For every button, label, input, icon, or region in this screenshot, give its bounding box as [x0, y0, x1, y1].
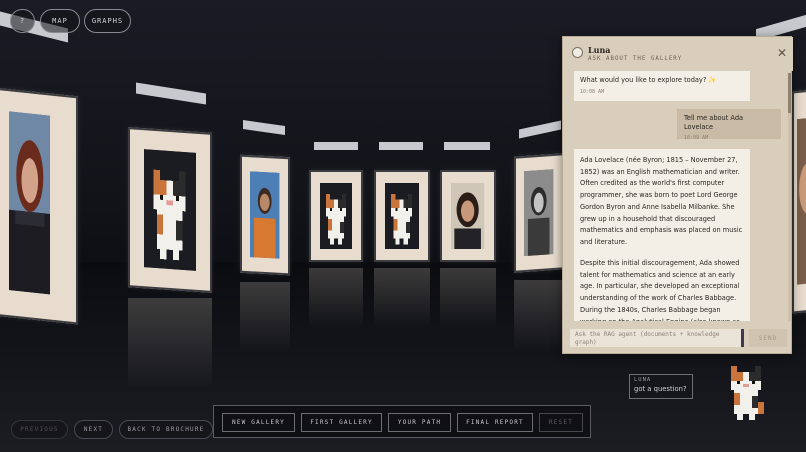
chat-input-row: Ask the RAG agent (documents + knowledge… [563, 324, 793, 355]
portrait-photo [250, 170, 280, 260]
chat-messages[interactable]: What would you like to explore today? ✨ … [567, 71, 789, 321]
chat-input[interactable]: Ask the RAG agent (documents + knowledge… [570, 329, 744, 347]
chat-scroll-thumb[interactable] [788, 73, 791, 113]
artwork-frame[interactable] [309, 170, 363, 262]
pixel-cat-art [144, 148, 196, 272]
chat-agent-name: Luna [588, 45, 611, 55]
ceiling-light [314, 142, 358, 150]
floor-reflection [128, 298, 212, 388]
artwork-frame[interactable] [240, 154, 290, 276]
artwork-frame[interactable] [514, 153, 564, 273]
mascot-prompt: got a question? [634, 385, 687, 393]
portrait-photo [796, 117, 806, 285]
ceiling-light [444, 142, 490, 150]
portrait-photo [524, 169, 554, 257]
answer-paragraph: Ada Lovelace (née Byron; 1815 – November… [580, 156, 743, 247]
floor-reflection [440, 268, 496, 328]
back-to-brochure-button[interactable]: BACK TO BROCHURE [119, 420, 213, 439]
ceiling-light [519, 120, 561, 139]
agent-answer: Ada Lovelace (née Byron; 1815 – November… [574, 149, 750, 321]
artwork-frame[interactable] [374, 170, 430, 262]
floor-reflection [374, 268, 430, 328]
map-button[interactable]: MAP [40, 9, 80, 33]
portrait-photo [8, 111, 51, 295]
ceiling-light [136, 82, 206, 105]
floor-reflection [514, 280, 564, 350]
message-time: 10:08 AM [580, 88, 605, 95]
luna-speech-bubble[interactable]: LUNA got a question? [629, 374, 693, 399]
agent-message: What would you like to explore today? ✨ … [574, 71, 750, 101]
ceiling-light [379, 142, 423, 150]
first-gallery-button[interactable]: FIRST GALLERY [301, 413, 382, 432]
final-report-button[interactable]: FINAL REPORT [457, 413, 533, 432]
portrait-photo [451, 182, 485, 250]
next-button[interactable]: NEXT [74, 420, 113, 439]
send-button[interactable]: SEND [749, 329, 787, 347]
floor-reflection [309, 268, 363, 328]
message-time: 10:09 AM [684, 135, 709, 142]
pixel-cat-art [385, 182, 419, 250]
gallery-actions-bar: NEW GALLERY FIRST GALLERY YOUR PATH FINA… [213, 405, 591, 438]
previous-button[interactable]: PREVIOUS [11, 420, 68, 439]
reset-button[interactable]: RESET [539, 413, 583, 432]
artwork-frame[interactable] [792, 88, 806, 314]
help-button[interactable]: ? [10, 9, 35, 33]
ceiling-light [243, 120, 285, 135]
chat-subtitle: ASK ABOUT THE GALLERY [588, 56, 683, 62]
message-text: What would you like to explore today? ✨ [580, 76, 717, 84]
answer-paragraph: Despite this initial discouragement, Ada… [580, 258, 740, 321]
artwork-frame[interactable] [440, 170, 496, 262]
mascot-name: LUNA [634, 377, 652, 383]
luna-avatar-icon [572, 47, 583, 58]
graphs-button[interactable]: GRAPHS [84, 9, 131, 33]
luna-cat-mascot[interactable] [722, 358, 770, 434]
pixel-cat-art [320, 182, 352, 250]
chat-header: Luna ASK ABOUT THE GALLERY ✕ [563, 37, 793, 71]
chat-panel: Luna ASK ABOUT THE GALLERY ✕ What would … [562, 36, 793, 355]
artwork-frame[interactable] [0, 87, 78, 325]
floor-reflection [240, 282, 290, 352]
new-gallery-button[interactable]: NEW GALLERY [222, 413, 295, 432]
close-icon[interactable]: ✕ [776, 47, 788, 59]
your-path-button[interactable]: YOUR PATH [388, 413, 451, 432]
message-text: Tell me about Ada Lovelace [684, 114, 744, 131]
artwork-frame[interactable] [128, 127, 212, 293]
user-message: Tell me about Ada Lovelace 10:09 AM [677, 109, 781, 142]
